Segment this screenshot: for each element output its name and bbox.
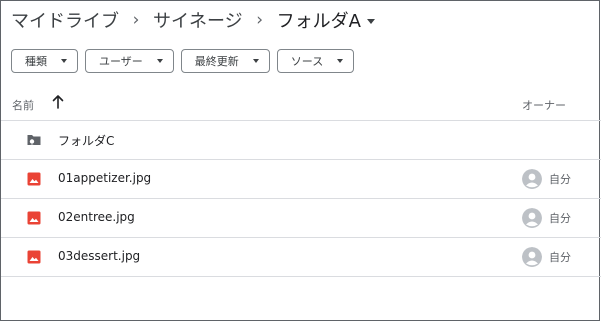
owner-cell: 自分 — [522, 207, 571, 229]
table-row[interactable]: 02entree.jpg 自分 — [1, 199, 601, 237]
filter-user-button[interactable]: ユーザー — [85, 49, 174, 73]
caret-down-icon — [366, 18, 375, 24]
filter-modified-label: 最終更新 — [194, 55, 239, 68]
image-file-icon — [27, 250, 41, 264]
column-header-owner: オーナー — [522, 99, 566, 112]
filter-type-button[interactable]: 種類 — [11, 49, 78, 73]
filter-source-button[interactable]: ソース — [276, 49, 355, 73]
table-row[interactable]: 03dessert.jpg 自分 — [1, 238, 601, 276]
filter-source-label: ソース — [290, 55, 324, 68]
table-row[interactable]: 01appetizer.jpg 自分 — [1, 160, 601, 198]
breadcrumb-item-signage[interactable]: サイネージ — [153, 7, 243, 33]
caret-down-icon — [337, 59, 344, 63]
column-header-name[interactable]: 名前 — [12, 97, 34, 113]
owner-name: 自分 — [549, 251, 571, 264]
avatar-icon — [522, 169, 542, 189]
table-row[interactable]: フォルダC — [1, 121, 601, 159]
breadcrumb-current-folder-button[interactable]: フォルダA — [277, 7, 375, 33]
file-name: 03dessert.jpg — [58, 249, 141, 263]
caret-down-icon — [156, 59, 163, 63]
divider — [1, 276, 601, 277]
breadcrumb-item-my-drive[interactable]: マイドライブ — [11, 7, 119, 33]
breadcrumb-separator: › — [256, 10, 264, 30]
breadcrumb-separator: › — [132, 10, 140, 30]
caret-down-icon — [252, 59, 259, 63]
image-file-icon — [27, 172, 41, 186]
avatar-icon — [522, 247, 542, 267]
owner-name: 自分 — [549, 173, 571, 186]
filter-type-label: 種類 — [25, 55, 47, 68]
caret-down-icon — [61, 59, 67, 63]
breadcrumb: マイドライブ › サイネージ › フォルダA — [11, 6, 375, 34]
image-file-icon — [27, 211, 41, 225]
file-name: 01appetizer.jpg — [58, 171, 152, 185]
avatar-icon — [522, 208, 542, 228]
drive-file-browser: マイドライブ › サイネージ › フォルダA 種類 ユーザー 最終更新 ソース … — [0, 0, 601, 321]
file-name: フォルダC — [58, 134, 115, 148]
table-header: 名前 オーナー — [1, 89, 601, 120]
file-name: 02entree.jpg — [58, 210, 135, 224]
current-folder-title: フォルダA — [276, 11, 361, 32]
filter-user-label: ユーザー — [99, 55, 143, 68]
owner-cell: 自分 — [522, 246, 571, 268]
sort-ascending-arrow-icon[interactable] — [51, 94, 65, 110]
filter-modified-button[interactable]: 最終更新 — [180, 49, 270, 73]
filter-chips: 種類 ユーザー 最終更新 ソース — [11, 49, 355, 73]
owner-name: 自分 — [549, 212, 571, 225]
owner-cell: 自分 — [522, 168, 571, 190]
shared-folder-icon — [27, 135, 41, 146]
